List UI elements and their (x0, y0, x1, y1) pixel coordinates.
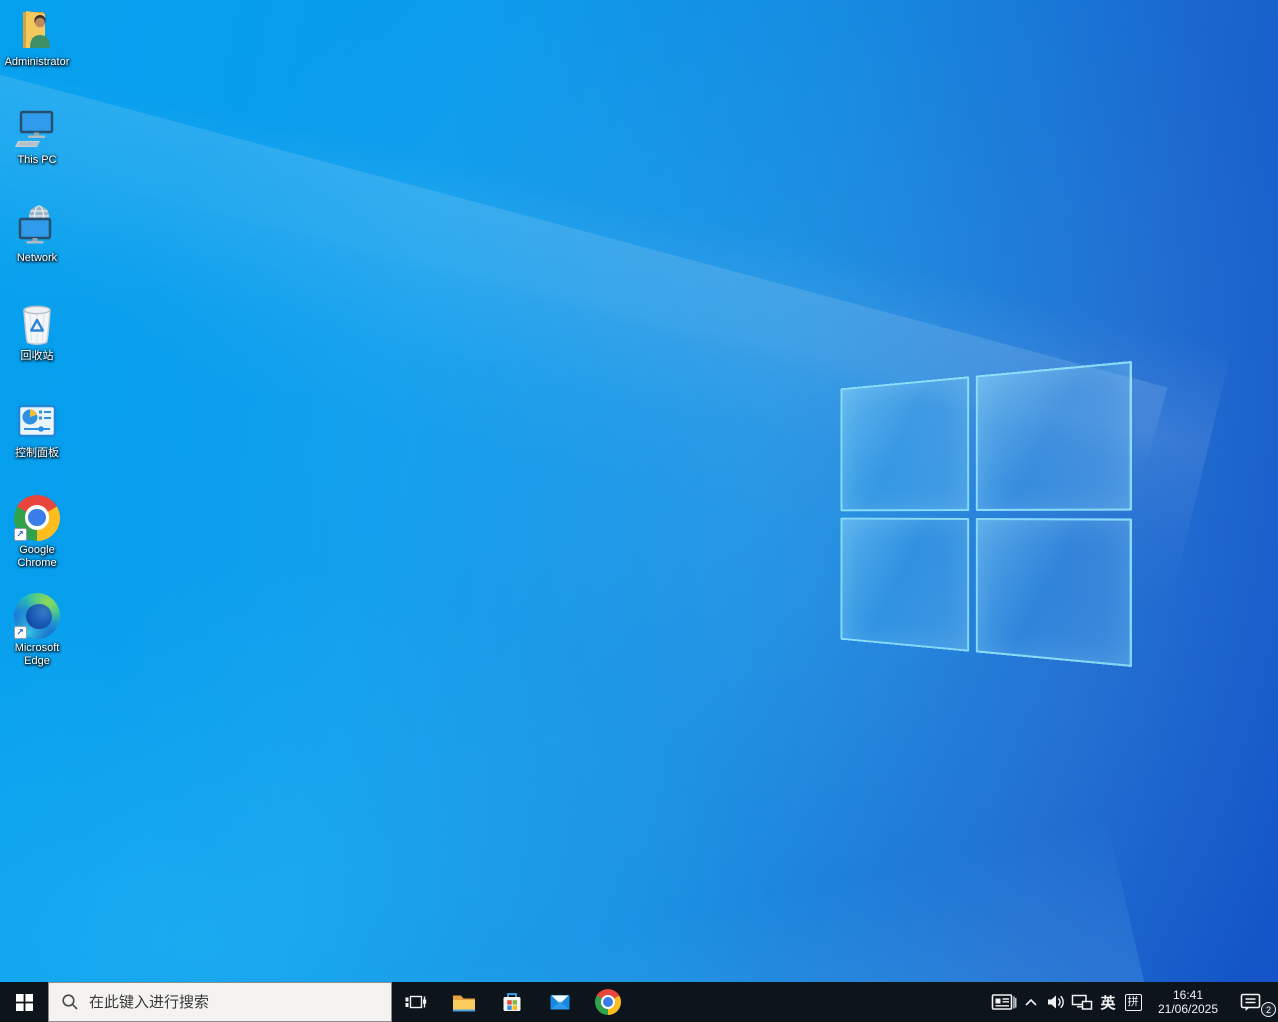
recycle-bin-icon (14, 300, 61, 347)
network-globe-icon (14, 202, 61, 249)
desktop-icon-label: This PC (17, 154, 56, 167)
desktop-icon-label: 控制面板 (15, 447, 59, 460)
search-input[interactable] (89, 994, 385, 1011)
ime-mode-indicator[interactable]: 拼 (1120, 982, 1146, 1022)
taskbar-empty-area (632, 982, 986, 1022)
system-tray: 英 拼 16:41 21/06/2025 2 (986, 982, 1278, 1022)
notification-badge: 2 (1261, 1002, 1276, 1017)
file-explorer-button[interactable] (440, 982, 488, 1022)
windows-logo-pane (975, 361, 1132, 511)
desktop-icon-this-pc[interactable]: This PC (0, 104, 74, 167)
floor-light (0, 720, 1158, 982)
microsoft-store-icon (499, 989, 525, 1015)
desktop-icon-label: Administrator (5, 56, 70, 69)
edge-icon (14, 592, 61, 639)
language-indicator[interactable]: 英 (1096, 982, 1120, 1022)
chevron-up-icon (1024, 998, 1038, 1007)
mail-button[interactable] (536, 982, 584, 1022)
network-button[interactable] (1068, 982, 1096, 1022)
task-view-icon (405, 992, 427, 1012)
news-and-interests-button[interactable] (986, 982, 1020, 1022)
tray-time: 16:41 (1146, 988, 1230, 1002)
chrome-icon (14, 494, 61, 541)
desktop-icon-recycle-bin[interactable]: 回收站 (0, 300, 74, 363)
clock[interactable]: 16:41 21/06/2025 (1146, 982, 1230, 1022)
windows-start-icon (16, 994, 33, 1011)
hidden-icons-button[interactable] (1020, 982, 1042, 1022)
windows-logo (841, 361, 1132, 667)
desktop-icon-administrator[interactable]: Administrator (0, 6, 74, 69)
action-center-button[interactable]: 2 (1230, 982, 1272, 1022)
desktop-icon-control-panel[interactable]: 控制面板 (0, 397, 74, 460)
windows-logo-pane (841, 376, 969, 510)
start-button[interactable] (0, 982, 48, 1022)
file-explorer-icon (451, 989, 477, 1015)
volume-icon (1046, 994, 1065, 1010)
chrome-taskbar-button[interactable] (584, 982, 632, 1022)
desktop-icon-microsoft-edge[interactable]: Microsoft Edge (0, 592, 74, 668)
search-icon (61, 993, 79, 1011)
task-view-button[interactable] (392, 982, 440, 1022)
tray-date: 21/06/2025 (1146, 1002, 1230, 1016)
control-panel-icon (14, 397, 61, 444)
ime-mode-icon: 拼 (1125, 994, 1142, 1011)
network-icon (1071, 993, 1093, 1011)
news-icon (990, 992, 1017, 1012)
shortcut-arrow-icon (14, 626, 27, 639)
desktop-icon-label: 回收站 (21, 350, 54, 363)
desktop-icon-network[interactable]: Network (0, 202, 74, 265)
desktop-icon-google-chrome[interactable]: Google Chrome (0, 494, 74, 570)
user-folder-icon (14, 6, 61, 53)
desktop-icon-label: Network (17, 252, 57, 265)
volume-button[interactable] (1042, 982, 1068, 1022)
microsoft-store-button[interactable] (488, 982, 536, 1022)
taskbar-search-box[interactable] (48, 982, 392, 1022)
desktop-icon-label: Microsoft Edge (3, 642, 71, 668)
windows-logo-pane (841, 517, 969, 651)
chrome-icon (595, 989, 621, 1015)
mail-icon (547, 989, 573, 1015)
desktop-wallpaper (0, 0, 1278, 982)
taskbar: 英 拼 16:41 21/06/2025 2 (0, 982, 1278, 1022)
desktop-icon-label: Google Chrome (3, 544, 71, 570)
computer-icon (14, 104, 61, 151)
action-center-icon (1239, 992, 1263, 1012)
shortcut-arrow-icon (14, 528, 27, 541)
windows-logo-pane (975, 518, 1132, 668)
